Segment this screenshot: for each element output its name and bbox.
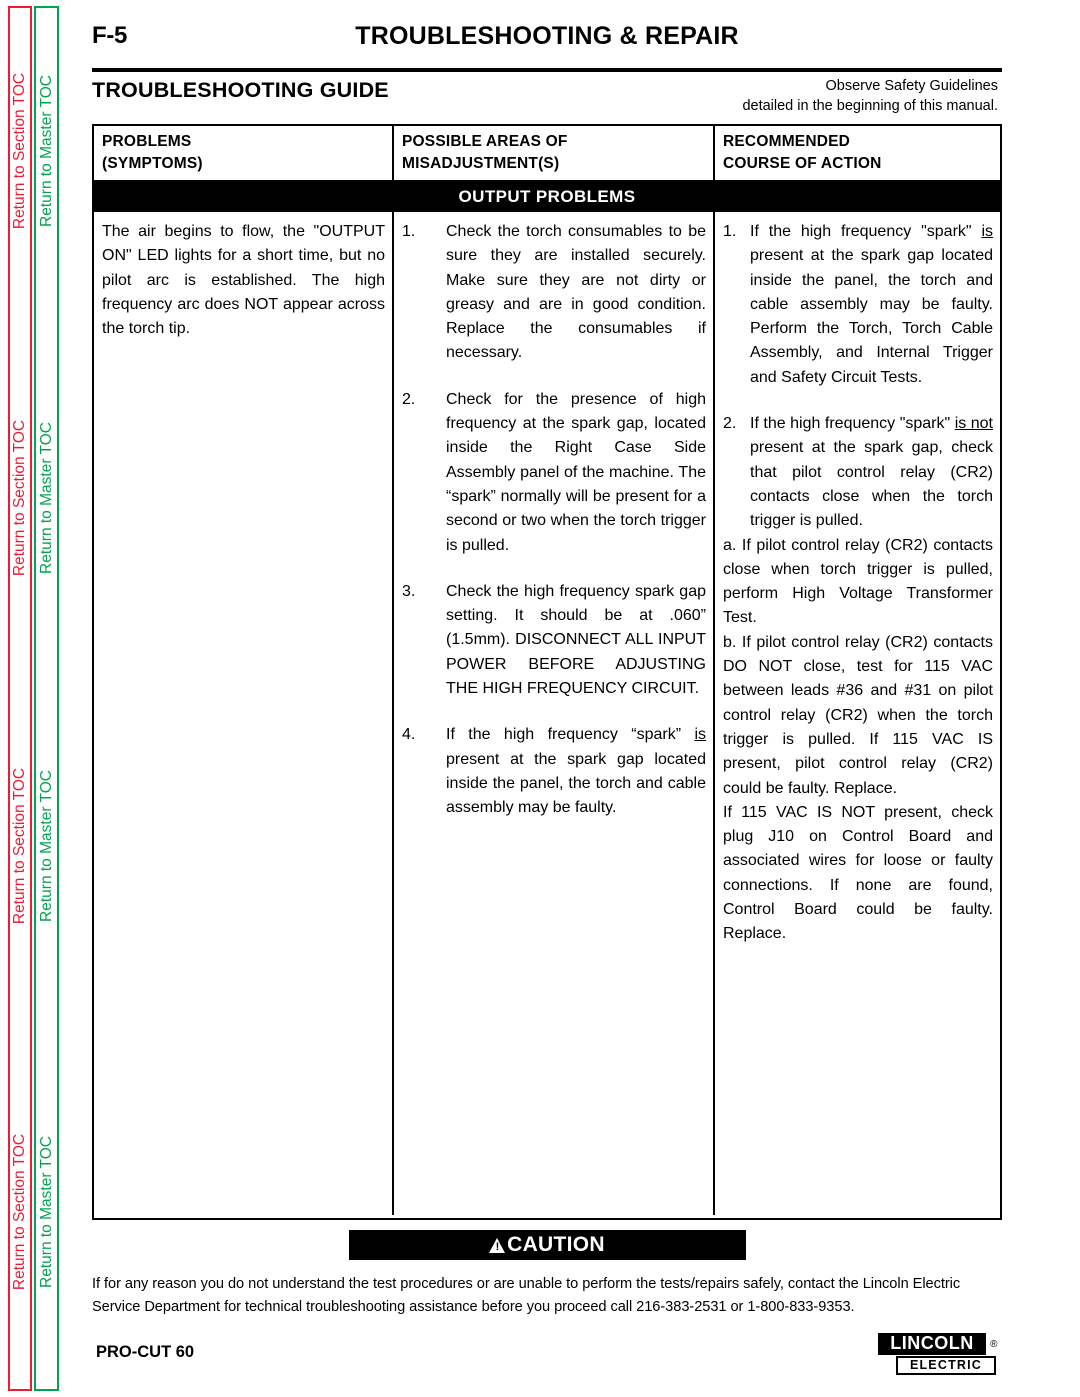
emphasis-underline: is — [981, 223, 993, 240]
list-item: 1. If the high frequency "spark" is pres… — [723, 220, 993, 390]
list-text: Check for the presence of high frequency… — [446, 390, 706, 554]
page-header: F-5 TROUBLESHOOTING & REPAIR — [92, 22, 1002, 72]
sub-list-item: If 115 VAC IS NOT present, check plug J1… — [723, 803, 993, 943]
safety-note-line-2: detailed in the beginning of this manual… — [742, 98, 998, 114]
list-item: 3. Check the high frequency spark gap se… — [402, 580, 706, 701]
return-to-section-toc-link[interactable]: Return to Section TOC — [11, 768, 29, 924]
troubleshooting-table: PROBLEMS (SYMPTOMS) POSSIBLE AREAS OF MI… — [92, 124, 1002, 1220]
caution-block: CAUTION If for any reason you do not und… — [92, 1230, 1002, 1319]
registered-trademark-icon: ® — [990, 1339, 998, 1350]
list-text-after: present at the spark gap located inside … — [750, 247, 993, 386]
table-body-row: The air begins to flow, the "OUTPUT ON" … — [94, 212, 1000, 1215]
list-item: 1. Check the torch consumables to be sur… — [402, 220, 706, 366]
list-item: 2. Check for the presence of high freque… — [402, 388, 706, 558]
page-footer: PRO-CUT 60 LINCOLN ® ELECTRIC — [92, 1333, 1002, 1387]
column-header-line-1: RECOMMENDED — [723, 133, 851, 150]
logo-subtext: ELECTRIC — [896, 1356, 996, 1375]
subheader: TROUBLESHOOTING GUIDE Observe Safety Gui… — [92, 76, 1002, 130]
logo-wordmark: LINCOLN ® — [878, 1333, 998, 1355]
list-text-after: present at the spark gap located inside … — [446, 750, 706, 817]
list-marker: 2. — [723, 415, 737, 433]
list-text-before: If the high frequency "spark" — [750, 223, 982, 240]
column-header-problems: PROBLEMS (SYMPTOMS) — [94, 126, 394, 180]
section-heading: TROUBLESHOOTING GUIDE — [92, 78, 389, 102]
safety-note-line-1: Observe Safety Guidelines — [825, 78, 998, 94]
lincoln-electric-logo: LINCOLN ® ELECTRIC — [878, 1333, 998, 1375]
column-header-line-1: POSSIBLE AREAS OF — [402, 133, 568, 150]
list-text: If the high frequency "spark" is present… — [750, 220, 993, 390]
column-header-line-1: PROBLEMS — [102, 133, 192, 150]
list-marker: 2. — [402, 390, 416, 408]
column-header-line-2: (SYMPTOMS) — [102, 155, 203, 172]
column-header-line-2: COURSE OF ACTION — [723, 155, 882, 172]
document-page: F-5 TROUBLESHOOTING & REPAIR TROUBLESHOO… — [92, 0, 1002, 1397]
list-item: 2. If the high frequency "spark" is not … — [723, 412, 993, 533]
page-title: TROUBLESHOOTING & REPAIR — [355, 22, 739, 50]
section-band-output-problems: OUTPUT PROBLEMS — [94, 182, 1000, 212]
cell-course-of-action: 1. If the high frequency "spark" is pres… — [715, 212, 1000, 1215]
safety-note: Observe Safety Guidelines detailed in th… — [742, 76, 998, 116]
column-header-course-of-action: RECOMMENDED COURSE OF ACTION — [715, 126, 1000, 180]
sub-list-item: a. If pilot control relay (CR2) contacts… — [723, 536, 993, 627]
list-marker: 3. — [402, 582, 416, 600]
model-name: PRO-CUT 60 — [96, 1343, 195, 1361]
list-marker: 4. — [402, 726, 416, 744]
return-to-section-toc-link[interactable]: Return to Section TOC — [11, 1134, 29, 1290]
return-to-master-toc-rail[interactable]: Return to Master TOC Return to Master TO… — [34, 6, 59, 1391]
list-text: Check the torch consumables to be sure t… — [446, 223, 706, 362]
toc-label-stack: Return to Master TOC Return to Master TO… — [36, 8, 57, 1389]
return-to-section-toc-link[interactable]: Return to Section TOC — [11, 73, 29, 229]
list-text-before: If the high frequency “spark” — [446, 726, 695, 744]
list-marker: 1. — [723, 223, 737, 240]
caution-label: CAUTION — [507, 1233, 605, 1256]
header-divider — [92, 68, 1002, 72]
column-header-misadjustments: POSSIBLE AREAS OF MISADJUSTMENT(S) — [394, 126, 715, 180]
column-header-line-2: MISADJUSTMENT(S) — [402, 155, 560, 172]
sub-list-item: b. If pilot control relay (CR2) contacts… — [723, 633, 993, 797]
return-to-section-toc-rail[interactable]: Return to Section TOC Return to Section … — [8, 6, 32, 1391]
list-text-after: present at the spark gap, check that pil… — [750, 439, 993, 530]
caution-body-text: If for any reason you do not understand … — [92, 1276, 961, 1315]
cell-problems: The air begins to flow, the "OUTPUT ON" … — [94, 212, 394, 1215]
emphasis-underline: is — [694, 726, 706, 744]
list-text: If the high frequency "spark" is not pre… — [750, 412, 993, 533]
return-to-master-toc-link[interactable]: Return to Master TOC — [38, 770, 56, 922]
toc-label-stack: Return to Section TOC Return to Section … — [10, 8, 30, 1389]
symptom-text: The air begins to flow, the "OUTPUT ON" … — [102, 223, 385, 338]
list-text-before: If the high frequency "spark" — [750, 415, 955, 433]
list-marker: 1. — [402, 223, 416, 240]
warning-triangle-icon — [489, 1238, 506, 1254]
return-to-section-toc-link[interactable]: Return to Section TOC — [11, 420, 29, 576]
table-header-row: PROBLEMS (SYMPTOMS) POSSIBLE AREAS OF MI… — [94, 126, 1000, 182]
caution-banner: CAUTION — [348, 1230, 746, 1260]
list-text: Check the high frequency spark gap setti… — [446, 582, 706, 698]
return-to-master-toc-link[interactable]: Return to Master TOC — [38, 75, 56, 227]
emphasis-underline: is not — [954, 415, 993, 433]
list-item: 4. If the high frequency “spark” is pres… — [402, 723, 706, 820]
return-to-master-toc-link[interactable]: Return to Master TOC — [38, 422, 56, 574]
logo-wordmark-text: LINCOLN — [890, 1333, 974, 1353]
return-to-master-toc-link[interactable]: Return to Master TOC — [38, 1136, 56, 1288]
cell-misadjustments: 1. Check the torch consumables to be sur… — [394, 212, 715, 1215]
list-text: If the high frequency “spark” is present… — [446, 723, 706, 820]
